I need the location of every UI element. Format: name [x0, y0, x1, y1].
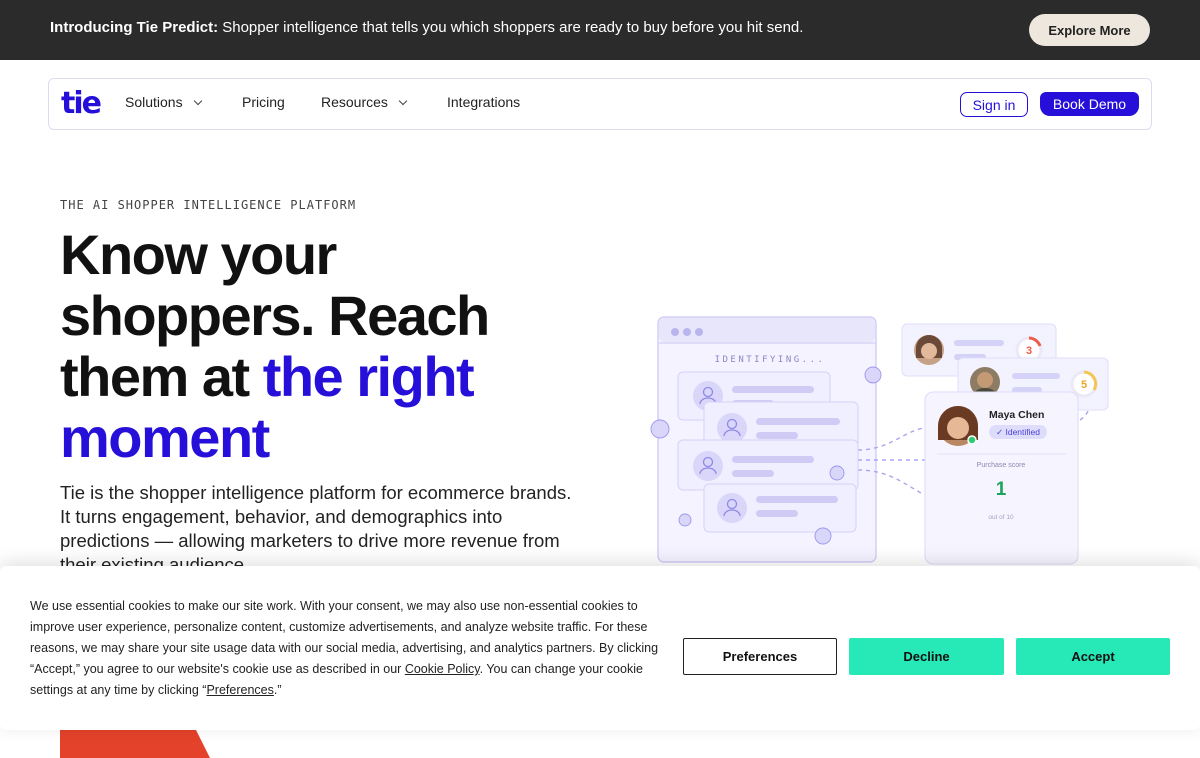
chevron-down-icon: [193, 96, 202, 106]
book-demo-button[interactable]: Book Demo: [1040, 92, 1139, 116]
purchase-score-value: 1: [996, 479, 1007, 500]
identified-badge: ✓ Identified: [996, 427, 1040, 437]
nav-item-label: Integrations: [447, 94, 521, 110]
nav-item-label: Pricing: [242, 94, 285, 110]
mini-score-value: 5: [1081, 379, 1087, 391]
announcement-banner: Introducing Tie Predict: Shopper intelli…: [0, 0, 1200, 60]
hero-eyebrow: THE AI SHOPPER INTELLIGENCE PLATFORM: [60, 198, 357, 212]
cookie-consent-banner: We use essential cookies to make our sit…: [0, 566, 1200, 730]
mini-score-value: 3: [1026, 345, 1032, 357]
explore-more-button[interactable]: Explore More: [1029, 14, 1150, 46]
nav-item-resources[interactable]: Resources: [321, 94, 408, 110]
announcement-body: Shopper intelligence that tells you whic…: [218, 19, 804, 36]
sign-in-button[interactable]: Sign in: [960, 92, 1028, 117]
nav-item-pricing[interactable]: Pricing: [242, 94, 285, 110]
hero-cta-button[interactable]: [60, 728, 210, 758]
profile-card: Maya Chen ✓ Identified Purchase score 1 …: [924, 391, 1079, 565]
profile-name: Maya Chen: [989, 409, 1044, 421]
identification-illustration: IDENTIFYING... 3 5 Maya Chen ✓ Identifie…: [650, 316, 1109, 565]
accept-button[interactable]: Accept: [1016, 638, 1170, 675]
announcement-title: Introducing Tie Predict:: [50, 19, 219, 36]
purchase-score-scale: out of 10: [988, 514, 1014, 521]
tie-logo[interactable]: tie: [61, 89, 102, 119]
user-card: [677, 439, 859, 491]
cookie-text-part: .”: [273, 683, 282, 697]
announcement-text: Introducing Tie Predict: Shopper intelli…: [50, 19, 803, 36]
decline-button[interactable]: Decline: [849, 638, 1004, 675]
purchase-score-label: Purchase score: [977, 462, 1026, 469]
hero-description: Tie is the shopper intelligence platform…: [60, 482, 572, 575]
identifying-label: IDENTIFYING...: [715, 355, 826, 365]
preferences-link[interactable]: Preferences: [206, 683, 273, 697]
preferences-button[interactable]: Preferences: [683, 638, 837, 675]
chevron-down-icon: [398, 96, 408, 106]
cookie-consent-text: We use essential cookies to make our sit…: [30, 596, 662, 701]
main-navigation: tie Solutions Pricing Resources Integrat…: [48, 78, 1152, 130]
nav-item-integrations[interactable]: Integrations: [447, 94, 520, 110]
nav-item-label: Resources: [321, 94, 388, 110]
user-card: [703, 483, 857, 533]
hero-headline: Know your shoppers. Reach them at the ri…: [60, 224, 580, 468]
cookie-policy-link[interactable]: Cookie Policy: [405, 662, 480, 676]
nav-item-label: Solutions: [125, 94, 183, 110]
nav-item-solutions[interactable]: Solutions: [125, 94, 202, 110]
